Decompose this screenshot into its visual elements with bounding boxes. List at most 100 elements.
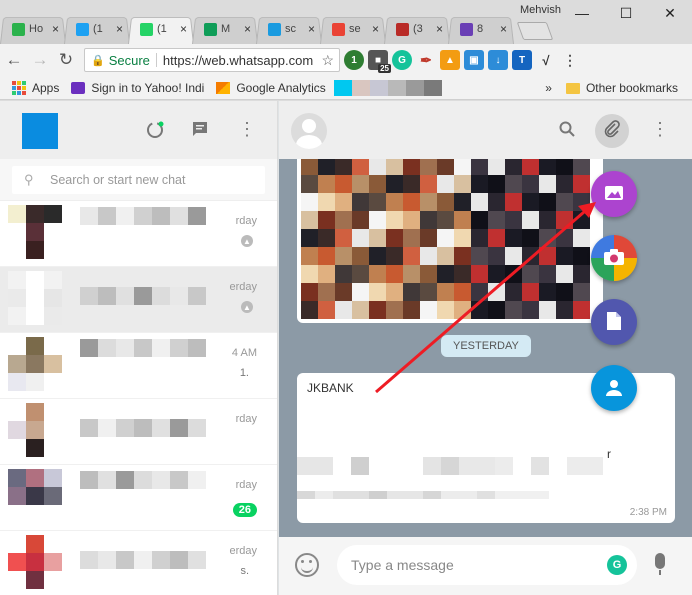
attach-gallery-button[interactable] — [591, 171, 637, 217]
maximize-button[interactable]: ☐ — [604, 0, 648, 26]
image-pixel — [556, 175, 573, 193]
other-bookmarks[interactable]: Other bookmarks — [586, 81, 678, 95]
browser-titlebar: Ho × (1 × (1 × M × sc × se × (3 × 8 × Mehvish — ☐ ✕ — [0, 0, 692, 44]
browser-tab[interactable]: (1 × — [64, 14, 130, 44]
attach-button[interactable] — [595, 114, 629, 148]
extension-icon-8[interactable]: T — [512, 50, 532, 70]
image-pixel — [318, 193, 335, 211]
image-pixel — [335, 175, 352, 193]
bookmark-apps[interactable]: Apps — [12, 80, 59, 95]
oe-icon — [460, 22, 473, 36]
attach-contact-button[interactable] — [591, 365, 637, 411]
image-pixel — [335, 229, 352, 247]
conversation-menu-icon[interactable]: ⋮ — [651, 119, 669, 140]
tab-strip: Ho × (1 × (1 × M × sc × se × (3 × 8 × — [0, 14, 554, 44]
emoji-icon[interactable] — [295, 553, 319, 577]
image-pixel — [522, 265, 539, 283]
tab-title: 8 — [477, 23, 484, 35]
search-messages-icon[interactable] — [559, 121, 575, 142]
image-pixel — [318, 301, 335, 319]
new-tab-button[interactable] — [516, 22, 554, 40]
address-bar[interactable]: 🔒 Secure https://web.whatsapp.com ☆ — [84, 48, 340, 72]
close-tab-icon[interactable]: × — [52, 22, 59, 36]
image-pixel — [403, 229, 420, 247]
close-tab-icon[interactable]: × — [436, 22, 443, 36]
grammarly-icon[interactable]: G — [607, 555, 627, 575]
extension-badge: 25 — [378, 64, 391, 73]
microphone-icon[interactable] — [655, 553, 665, 575]
image-pixel — [318, 247, 335, 265]
extension-icon-1[interactable]: 1 — [344, 50, 364, 70]
image-pixel — [318, 175, 335, 193]
extension-icon-6[interactable]: ▣ — [464, 50, 484, 70]
image-pixel — [488, 283, 505, 301]
redacted-text — [297, 491, 549, 499]
twitter-icon — [76, 22, 89, 36]
extension-icon-5[interactable]: ▲ — [440, 50, 460, 70]
browser-tab[interactable]: M × — [192, 14, 258, 44]
bookmark-blurred-group[interactable] — [333, 79, 442, 96]
document-icon — [607, 311, 621, 333]
eyedropper-icon[interactable]: ✒ — [416, 50, 436, 70]
close-tab-icon[interactable]: × — [180, 22, 187, 36]
image-pixel — [403, 301, 420, 319]
message-input[interactable]: Type a message G — [337, 545, 637, 585]
contact-icon — [605, 378, 623, 399]
image-pixel — [556, 247, 573, 265]
attach-document-button[interactable] — [591, 299, 637, 345]
unread-badge: 26 — [232, 503, 257, 517]
image-pixel — [318, 211, 335, 229]
blurred-bookmark — [369, 79, 388, 96]
image-pixel — [573, 301, 590, 319]
new-chat-icon[interactable] — [192, 121, 208, 142]
chat-list-item[interactable]: 4 AM 1. — [0, 333, 277, 399]
browser-tab[interactable]: (3 × — [384, 14, 450, 44]
bookmarks-overflow-chevron[interactable]: » — [545, 81, 552, 95]
download-extension-icon[interactable]: ↓ — [488, 50, 508, 70]
image-pixel — [301, 229, 318, 247]
browser-tab[interactable]: Ho × — [0, 14, 66, 44]
forward-button[interactable]: → — [28, 48, 52, 72]
close-tab-icon[interactable]: × — [500, 22, 507, 36]
chat-list-item[interactable]: rday 26 — [0, 465, 277, 531]
close-tab-icon[interactable]: × — [372, 22, 379, 36]
bookmark-analytics[interactable]: Google Analytics — [216, 81, 326, 95]
browser-tab[interactable]: sc × — [256, 14, 322, 44]
chat-list-item[interactable]: erday s. — [0, 531, 277, 595]
extension-icon-9[interactable]: √ — [536, 50, 556, 70]
menu-icon[interactable]: ⋮ — [238, 119, 256, 140]
bookmark-star-icon[interactable]: ☆ — [321, 52, 334, 69]
browser-tab[interactable]: se × — [320, 14, 386, 44]
contact-avatar[interactable] — [291, 113, 327, 149]
chat-list-item[interactable]: erday ▲ — [0, 267, 277, 333]
close-tab-icon[interactable]: × — [308, 22, 315, 36]
back-button[interactable]: ← — [2, 48, 26, 72]
close-window-button[interactable]: ✕ — [648, 0, 692, 26]
reload-button[interactable]: ↻ — [54, 48, 78, 72]
chat-list-item[interactable]: rday — [0, 399, 277, 465]
chat-list-item[interactable]: rday ▲ — [0, 201, 277, 267]
message-trailing-char: r — [607, 447, 611, 461]
chat-time: erday — [229, 281, 257, 293]
tab-title: se — [349, 23, 361, 35]
browser-tab[interactable]: 8 × — [448, 14, 514, 44]
image-pixel — [488, 229, 505, 247]
extension-icon-2[interactable]: ■ 25 — [368, 50, 391, 73]
chat-search-input[interactable]: ⚲ Search or start new chat — [12, 166, 265, 194]
image-pixel — [556, 211, 573, 229]
minimize-button[interactable]: — — [560, 0, 604, 26]
image-message[interactable] — [297, 159, 603, 323]
chat-time: erday — [229, 545, 257, 557]
grammarly-extension-icon[interactable]: G — [392, 50, 412, 70]
bookmark-yahoo[interactable]: Sign in to Yahoo! Indi — [71, 81, 204, 95]
image-pixel — [437, 159, 454, 175]
profile-name[interactable]: Mehvish — [520, 4, 561, 16]
browser-tab[interactable]: (1 × — [128, 14, 194, 44]
close-tab-icon[interactable]: × — [244, 22, 251, 36]
close-tab-icon[interactable]: × — [116, 22, 123, 36]
chrome-menu-icon[interactable]: ⋮ — [560, 50, 580, 70]
image-pixel — [573, 265, 590, 283]
status-icon[interactable] — [146, 121, 164, 144]
profile-avatar[interactable] — [22, 113, 58, 149]
attach-camera-button[interactable] — [591, 235, 637, 281]
